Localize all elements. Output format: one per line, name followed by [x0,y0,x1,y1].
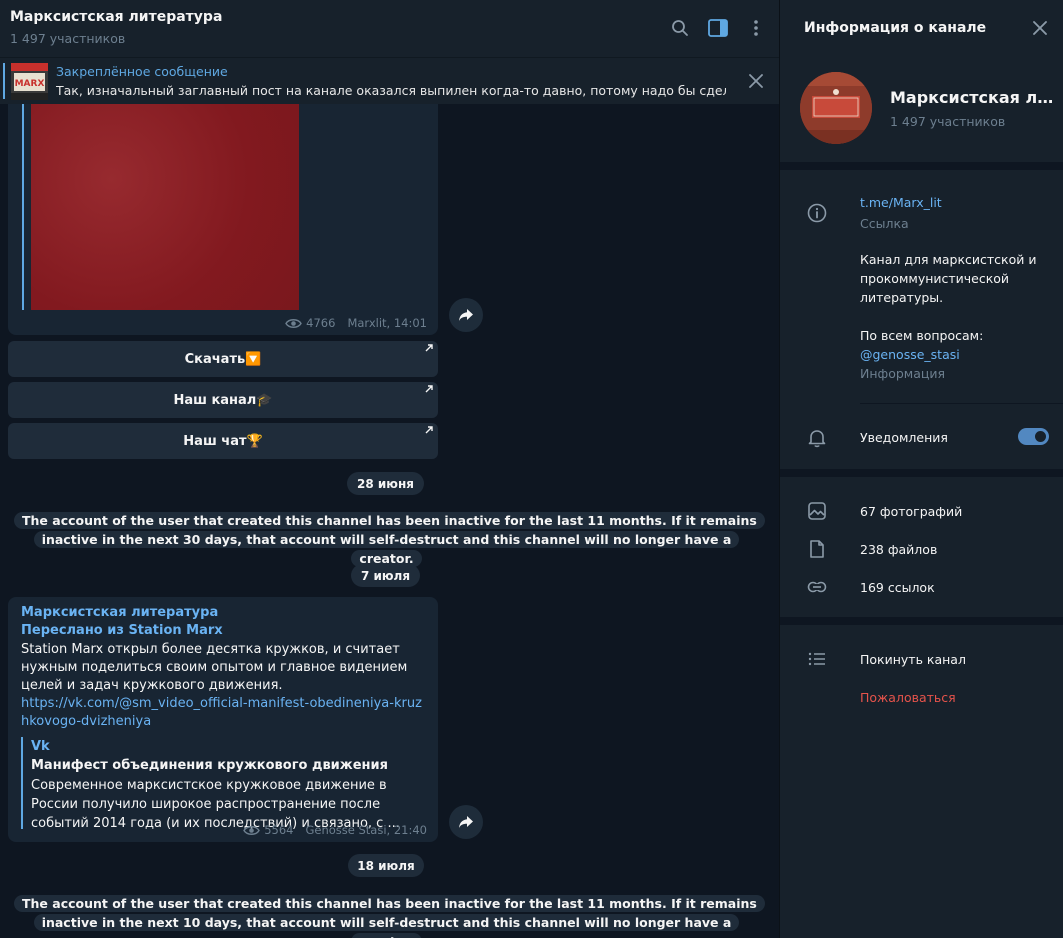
sidebar-toggle-icon[interactable] [706,16,730,40]
close-icon[interactable] [1029,17,1051,39]
inline-button-label: Скачать🔽 [184,351,262,367]
inline-button-download[interactable]: Скачать🔽 [8,341,438,377]
inline-button-chat[interactable]: Наш чат🏆 [8,423,438,459]
channel-info-panel: Информация о канале Марксистская литерат… [779,0,1063,938]
notifications-toggle[interactable] [1018,428,1049,445]
list-icon [806,648,828,670]
contact-handle-link[interactable]: @genosse_stasi [860,345,1055,364]
media-links-count[interactable]: 169 ссылок [860,580,935,595]
message-photo-post[interactable]: 4766 Marxlit, 14:01 [8,92,438,335]
pinned-title: Закреплённое сообщение [56,64,228,79]
chat-header[interactable]: Марксистская литература 1 497 участников [0,0,779,57]
book-cover-image[interactable] [31,92,299,310]
file-icon [806,538,828,560]
media-files-count[interactable]: 238 файлов [860,542,937,557]
message-meta: 5564 Genosse Stasi, 21:40 [243,823,427,837]
svg-text:MARX: MARX [15,79,45,89]
chat-area: Марксистская литература 1 497 участников… [0,0,779,938]
service-message-text: The account of the user that created thi… [14,512,765,567]
photo-icon [806,500,828,522]
message-forwarded-post[interactable]: Марксистская литература Переслано из Sta… [8,597,438,842]
external-arrow-icon [425,344,433,352]
link-preview-bar [21,737,23,829]
link-preview-title[interactable]: Манифест объединения кружкового движения [31,758,388,773]
pinned-text: Так, изначальный заглавный пост на канал… [56,83,726,98]
channel-description: Канал для марксистской и прокоммунистиче… [860,250,1055,383]
section-divider [780,469,1063,477]
message-meta: 4766 Marxlit, 14:01 [285,316,427,330]
inline-button-channel[interactable]: Наш канал🎓 [8,382,438,418]
section-divider [780,617,1063,625]
quote-bar [22,92,24,310]
pinned-indicator [3,63,5,99]
notifications-label: Уведомления [860,430,948,445]
panel-title: Информация о канале [804,20,987,36]
service-message: The account of the user that created thi… [14,894,765,938]
channel-link-caption: Ссылка [860,216,909,231]
description-caption: Информация [860,366,946,381]
share-icon[interactable] [449,805,483,839]
report-button[interactable]: Пожаловаться [860,690,956,705]
inline-button-label: Наш чат🏆 [183,433,263,449]
info-icon [806,202,828,224]
date-separator: 28 июня [347,472,424,495]
channel-name: Марксистская литература [890,88,1055,107]
message-author[interactable]: Марксистская литература [21,605,218,620]
link-preview-site[interactable]: Vk [31,739,50,754]
share-icon[interactable] [449,298,483,332]
forwarded-from[interactable]: Переслано из Station Marx [21,623,223,638]
message-text: Station Marx открыл более десятка кружко… [21,642,408,693]
external-arrow-icon [425,385,433,393]
pinned-thumbnail: MARX [11,63,48,100]
bell-icon [806,427,828,449]
pinned-message-bar[interactable]: MARX Закреплённое сообщение Так, изначал… [0,57,779,104]
message-signature: Marxlit, 14:01 [347,316,427,330]
message-link[interactable]: https://vk.com/@sm_video_official-manife… [21,695,426,731]
channel-link[interactable]: t.me/Marx_lit [860,195,942,210]
date-separator: 7 июля [351,564,420,587]
description-contact: По всем вопросам: [860,328,984,343]
message-signature: Genosse Stasi, 21:40 [305,823,427,837]
section-divider [860,403,1063,404]
views-icon [285,318,302,328]
channel-avatar[interactable] [800,72,872,144]
chat-title[interactable]: Марксистская литература [10,9,222,25]
external-arrow-icon [425,426,433,434]
chat-member-count: 1 497 участников [10,31,126,46]
views-count: 4766 [306,316,336,330]
section-divider [780,162,1063,170]
close-icon[interactable] [747,72,765,90]
views-icon [243,825,261,835]
service-message: The account of the user that created thi… [14,511,765,568]
link-icon [806,576,828,598]
leave-channel-button[interactable]: Покинуть канал [860,652,966,667]
date-separator: 18 июля [348,854,424,877]
channel-member-count: 1 497 участников [890,114,1006,129]
media-photos-count[interactable]: 67 фотографий [860,504,962,519]
search-icon[interactable] [668,16,692,40]
description-text: Канал для марксистской и прокоммунистиче… [860,252,1037,305]
more-vertical-icon[interactable] [744,16,768,40]
views-count: 5564 [264,823,294,837]
service-message-text: The account of the user that created thi… [14,895,765,938]
inline-button-label: Наш канал🎓 [173,392,273,408]
